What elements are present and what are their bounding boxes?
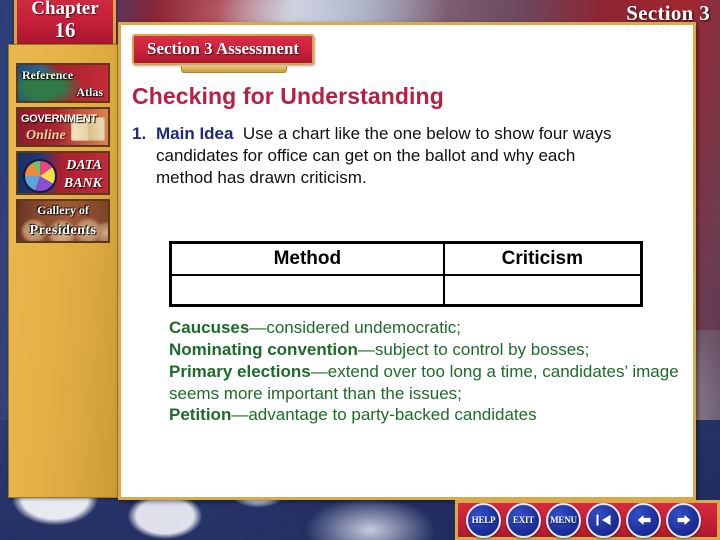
table-cell-criticism <box>442 274 643 307</box>
bottom-navigation-bar: HELP EXIT MENU <box>455 500 720 540</box>
sidebar-item-reference-atlas[interactable]: Reference Atlas <box>16 63 110 103</box>
sidebar-item-label-line1: Gallery of <box>37 203 89 217</box>
chapter-badge: Chapter 16 <box>14 0 116 49</box>
answer-dash: — <box>231 405 249 425</box>
answer-text: Caucuses—considered undemocratic; Nomina… <box>169 317 689 426</box>
method-criticism-table: Method Criticism <box>169 241 643 307</box>
sidebar-item-label-line2: Presidents <box>29 223 97 238</box>
table-header-criticism: Criticism <box>442 241 643 276</box>
question-spacer <box>233 124 242 143</box>
assessment-badge-tab <box>181 66 287 73</box>
answer-body: subject to control by bosses; <box>374 339 590 359</box>
sidebar: Reference Atlas GOVERNMENT Online DATA B… <box>8 44 118 498</box>
sidebar-item-label-line1: GOVERNMENT <box>21 113 97 125</box>
table-header-method: Method <box>169 241 445 276</box>
assessment-badge: Section 3 Assessment <box>132 34 315 65</box>
table-header-row: Method Criticism <box>169 241 643 276</box>
question-block: 1. Main Idea Use a chart like the one be… <box>132 123 680 189</box>
answer-body: considered undemocratic; <box>266 318 461 337</box>
help-button-label: HELP <box>471 515 496 525</box>
first-slide-button[interactable] <box>586 502 621 538</box>
answer-item: Nominating convention—subject to control… <box>169 340 589 359</box>
answer-term: Nominating convention <box>169 339 358 359</box>
menu-button-label: MENU <box>550 515 577 525</box>
answer-term: Petition <box>169 405 232 425</box>
sidebar-item-label-line2: BANK <box>63 176 102 191</box>
answer-dash: — <box>249 318 267 337</box>
help-button[interactable]: HELP <box>466 502 501 538</box>
exit-button-label: EXIT <box>512 515 535 525</box>
pie-chart-icon <box>23 159 57 193</box>
sidebar-item-label-line2: Atlas <box>76 85 103 99</box>
next-slide-arrow-icon <box>676 513 692 527</box>
answer-item: Petition—advantage to party-backed candi… <box>169 405 537 424</box>
sidebar-item-label-line1: Reference <box>22 68 74 82</box>
sidebar-item-gallery-of-presidents[interactable]: Gallery of Presidents <box>16 199 110 243</box>
answer-item: Caucuses—considered undemocratic; <box>169 318 461 337</box>
content-panel: Section 3 Assessment Checking for Unders… <box>118 22 696 500</box>
next-slide-button[interactable] <box>666 502 701 538</box>
page-title: Checking for Understanding <box>132 83 444 109</box>
table-cell-method <box>169 274 445 307</box>
answer-body: advantage to party-backed candidates <box>248 405 537 425</box>
answer-term: Primary elections <box>169 361 311 381</box>
previous-slide-button[interactable] <box>626 502 661 538</box>
answer-dash: — <box>310 361 328 381</box>
question-text: Main Idea Use a chart like the one below… <box>156 123 626 189</box>
sidebar-item-label-line1: DATA <box>66 158 102 173</box>
exit-button[interactable]: EXIT <box>506 502 541 538</box>
answer-item: Primary elections—extend over too long a… <box>169 362 679 403</box>
table-row <box>169 274 643 307</box>
menu-button[interactable]: MENU <box>546 502 581 538</box>
sidebar-item-government-online[interactable]: GOVERNMENT Online <box>16 107 110 147</box>
question-number: 1. <box>132 124 147 143</box>
chapter-badge-number: 16 <box>54 18 76 42</box>
sidebar-item-label-line2: Online <box>26 128 66 143</box>
answer-term: Caucuses <box>169 318 250 337</box>
previous-slide-arrow-icon <box>635 513 651 527</box>
sidebar-item-data-bank[interactable]: DATA BANK <box>16 151 110 195</box>
question-lead: Main Idea <box>156 124 234 143</box>
chapter-badge-word: Chapter <box>31 0 99 19</box>
slide-root: Section 3 Chapter 16 Reference Atlas GOV… <box>0 0 720 540</box>
answer-dash: — <box>357 339 375 359</box>
first-slide-arrow-icon <box>595 513 611 527</box>
